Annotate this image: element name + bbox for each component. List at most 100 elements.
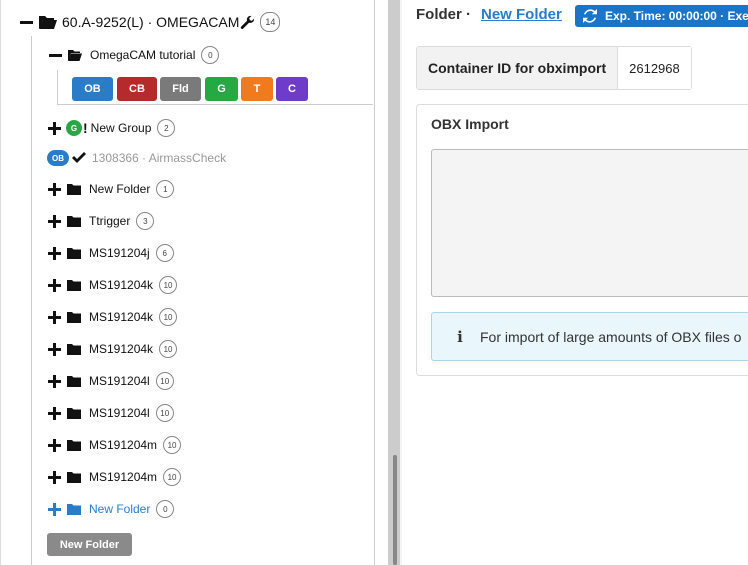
tree-item-folder[interactable]: MS191204l 10 bbox=[48, 372, 174, 390]
add-folder-button[interactable]: Fld bbox=[160, 77, 201, 101]
tree-item-folder[interactable]: MS191204l 10 bbox=[48, 404, 174, 422]
tree-item-folder[interactable]: MS191204k 10 bbox=[48, 276, 178, 294]
info-alert: i For import of large amounts of OBX fil… bbox=[431, 312, 748, 361]
detail-panel: Folder · New Folder Exp. Time: 00:00:00 … bbox=[402, 0, 748, 565]
count-badge: 10 bbox=[159, 340, 178, 358]
expand-icon[interactable] bbox=[48, 502, 61, 516]
folder-icon bbox=[67, 439, 81, 451]
expand-icon[interactable] bbox=[48, 121, 61, 135]
folder-icon bbox=[67, 183, 81, 195]
count-badge: 10 bbox=[163, 436, 182, 454]
add-ob-button[interactable]: OB bbox=[72, 77, 113, 101]
tree-item-label[interactable]: New Folder bbox=[89, 502, 150, 516]
tree-connector-line bbox=[57, 104, 373, 105]
tree-item-ob[interactable]: OB 1308366 · AirmassCheck bbox=[47, 150, 226, 166]
tree-item-label[interactable]: MS191204j bbox=[89, 246, 150, 260]
folder-open-icon bbox=[68, 49, 82, 61]
tree-panel: 60.A-9252(L) · OMEGACAM 14 OmegaCAM tuto… bbox=[0, 0, 375, 565]
detail-header: Folder · New Folder bbox=[416, 6, 562, 23]
expand-icon[interactable] bbox=[48, 374, 61, 388]
tree-item-folder[interactable]: Ttrigger 3 bbox=[48, 212, 155, 230]
collapse-icon[interactable] bbox=[49, 49, 62, 62]
root-label[interactable]: 60.A-9252(L) · OMEGACAM bbox=[62, 14, 239, 30]
folder-icon bbox=[67, 471, 81, 483]
panel-splitter[interactable] bbox=[388, 0, 402, 565]
expand-icon[interactable] bbox=[48, 214, 61, 228]
folder-icon bbox=[67, 503, 81, 515]
add-cb-button[interactable]: CB bbox=[117, 77, 157, 101]
tree-connector-line bbox=[57, 70, 58, 104]
app-root: 60.A-9252(L) · OMEGACAM 14 OmegaCAM tuto… bbox=[0, 0, 748, 565]
obx-import-card: OBX Import i For import of large amounts… bbox=[416, 104, 748, 376]
add-group-button[interactable]: G bbox=[205, 77, 238, 101]
folder-icon bbox=[67, 343, 81, 355]
add-timelink-button[interactable]: T bbox=[241, 77, 273, 101]
count-badge: 10 bbox=[163, 468, 182, 486]
exp-time-label: Exp. Time: 00:00:00 · Exe bbox=[605, 9, 748, 23]
warning-exclamation-icon: ! bbox=[83, 120, 88, 136]
count-badge: 0 bbox=[156, 500, 175, 518]
count-badge: 1 bbox=[156, 180, 175, 198]
folder-icon bbox=[67, 279, 81, 291]
count-badge: 2 bbox=[157, 119, 176, 137]
tree-item-group[interactable]: G ! New Group 2 bbox=[48, 119, 176, 137]
tree-item-label[interactable]: MS191204l bbox=[89, 374, 150, 388]
tree-item-label[interactable]: OmegaCAM tutorial bbox=[90, 48, 195, 62]
expand-icon[interactable] bbox=[48, 310, 61, 324]
tree-item-folder[interactable]: MS191204m 10 bbox=[48, 436, 182, 454]
tree-item-selected-folder[interactable]: New Folder 0 bbox=[48, 500, 175, 518]
info-text: For import of large amounts of OBX files… bbox=[480, 328, 742, 345]
folder-open-icon bbox=[39, 15, 57, 29]
tree-item-tutorial[interactable]: OmegaCAM tutorial 0 bbox=[49, 46, 220, 64]
obx-import-title: OBX Import bbox=[431, 116, 509, 132]
tree-item-folder[interactable]: MS191204m 10 bbox=[48, 468, 182, 486]
count-badge: 10 bbox=[155, 372, 174, 390]
tree-item-label[interactable]: MS191204k bbox=[89, 278, 153, 292]
tree-item-label[interactable]: 1308366 · AirmassCheck bbox=[92, 151, 226, 165]
count-badge: 0 bbox=[201, 46, 220, 64]
tree-item-folder[interactable]: MS191204k 10 bbox=[48, 340, 178, 358]
tree-item-label[interactable]: MS191204m bbox=[89, 470, 157, 484]
tree-item-label[interactable]: MS191204k bbox=[89, 310, 153, 324]
tree-item-label[interactable]: New Group bbox=[91, 121, 152, 135]
folder-icon bbox=[67, 407, 81, 419]
expand-icon[interactable] bbox=[48, 470, 61, 484]
tree-item-label[interactable]: MS191204m bbox=[89, 438, 157, 452]
obx-import-textarea[interactable] bbox=[431, 149, 748, 297]
folder-icon bbox=[67, 215, 81, 227]
group-badge: G bbox=[66, 120, 82, 136]
collapse-icon[interactable] bbox=[20, 16, 33, 29]
wrench-icon[interactable] bbox=[240, 15, 255, 30]
ob-badge: OB bbox=[47, 150, 69, 166]
folder-name-link[interactable]: New Folder bbox=[481, 6, 562, 23]
count-badge: 10 bbox=[155, 404, 174, 422]
tree-item-label[interactable]: Ttrigger bbox=[89, 214, 130, 228]
expand-icon[interactable] bbox=[48, 438, 61, 452]
count-badge: 10 bbox=[159, 308, 178, 326]
expand-icon[interactable] bbox=[48, 406, 61, 420]
expand-icon[interactable] bbox=[48, 278, 61, 292]
count-badge: 3 bbox=[136, 212, 155, 230]
info-icon: i bbox=[457, 327, 463, 346]
tree-item-label[interactable]: MS191204l bbox=[89, 406, 150, 420]
expand-icon[interactable] bbox=[48, 182, 61, 196]
exp-time-button[interactable]: Exp. Time: 00:00:00 · Exe bbox=[575, 5, 748, 27]
container-id-value: 2612968 bbox=[618, 47, 691, 89]
check-icon bbox=[71, 151, 87, 165]
tree-item-folder[interactable]: MS191204j 6 bbox=[48, 244, 174, 262]
add-concatenation-button[interactable]: C bbox=[276, 77, 308, 101]
scrollbar-thumb[interactable] bbox=[393, 455, 397, 565]
tree-root-row[interactable]: 60.A-9252(L) · OMEGACAM 14 bbox=[20, 12, 281, 32]
expand-icon[interactable] bbox=[48, 246, 61, 260]
folder-icon bbox=[67, 247, 81, 259]
new-folder-button[interactable]: New Folder bbox=[47, 533, 132, 556]
tree-item-label[interactable]: New Folder bbox=[89, 182, 150, 196]
count-badge: 6 bbox=[155, 244, 174, 262]
expand-icon[interactable] bbox=[48, 342, 61, 356]
tree-item-folder[interactable]: MS191204k 10 bbox=[48, 308, 178, 326]
count-badge: 10 bbox=[159, 276, 178, 294]
detail-title: Folder · bbox=[416, 6, 471, 23]
tree-item-folder[interactable]: New Folder 1 bbox=[48, 180, 175, 198]
folder-icon bbox=[67, 311, 81, 323]
tree-item-label[interactable]: MS191204k bbox=[89, 342, 153, 356]
